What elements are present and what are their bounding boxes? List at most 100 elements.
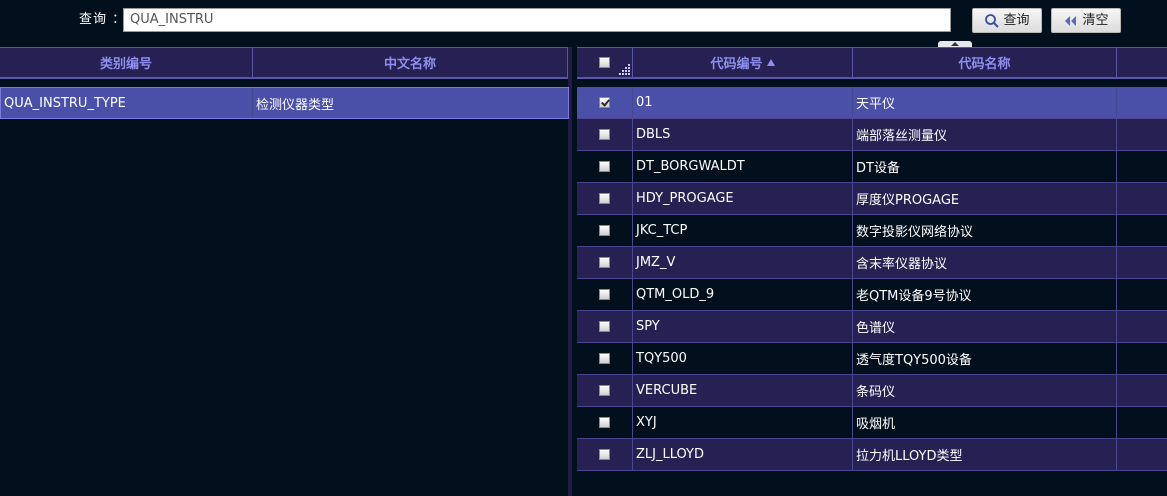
sort-ascending-icon: [766, 59, 775, 66]
row-checkbox-cell: [577, 151, 633, 182]
code-name-cell: 吸烟机: [853, 407, 1117, 438]
row-checkbox-cell: [577, 407, 633, 438]
search-input[interactable]: QUA_INSTRU: [123, 8, 951, 32]
double-arrow-left-icon: [1063, 15, 1079, 27]
row-checkbox-cell: [577, 311, 633, 342]
table-row[interactable]: SPY 色谱仪: [577, 311, 1167, 343]
code-cell: DT_BORGWALDT: [633, 151, 853, 182]
row-checkbox[interactable]: [599, 257, 610, 268]
code-name-cell: 透气度TQY500设备: [853, 343, 1117, 374]
code-name-cell: 条码仪: [853, 375, 1117, 406]
filler-cell: [1117, 87, 1167, 118]
category-code-cell: QUA_INSTRU_TYPE: [1, 88, 253, 118]
row-checkbox[interactable]: [599, 353, 610, 364]
code-name-cell: 数字投影仪网络协议: [853, 215, 1117, 246]
filler-cell: [1117, 311, 1167, 342]
filler-cell: [1117, 215, 1167, 246]
search-icon: [984, 13, 1000, 29]
row-checkbox-cell: [577, 119, 633, 150]
code-table-header: 代码编号 代码名称: [577, 47, 1167, 79]
code-name-cell: 端部落丝测量仪: [853, 119, 1117, 150]
code-name-cell: 拉力机LLOYD类型: [853, 439, 1117, 470]
code-cell: XYJ: [633, 407, 853, 438]
filler-cell: [1117, 407, 1167, 438]
row-checkbox-cell: [577, 183, 633, 214]
table-row[interactable]: QUA_INSTRU_TYPE 检测仪器类型: [0, 87, 569, 119]
filler-cell: [1117, 247, 1167, 278]
code-cell: VERCUBE: [633, 375, 853, 406]
row-checkbox[interactable]: [599, 225, 610, 236]
clear-button-label: 清空: [1082, 13, 1109, 28]
column-header-code[interactable]: 代码编号: [633, 48, 853, 77]
row-checkbox-cell: [577, 279, 633, 310]
filler-cell: [1117, 119, 1167, 150]
column-header-code-label: 代码编号: [710, 57, 763, 72]
row-checkbox[interactable]: [599, 321, 610, 332]
select-all-checkbox[interactable]: [599, 57, 610, 68]
column-header-chinese-name[interactable]: 中文名称: [253, 48, 568, 77]
code-name-cell: 厚度仪PROGAGE: [853, 183, 1117, 214]
row-checkbox-cell: [577, 439, 633, 470]
column-header-code-name[interactable]: 代码名称: [853, 48, 1117, 77]
code-cell: HDY_PROGAGE: [633, 183, 853, 214]
row-checkbox[interactable]: [599, 385, 610, 396]
category-table-header: 类别编号 中文名称: [0, 47, 568, 79]
code-cell: JMZ_V: [633, 247, 853, 278]
table-row[interactable]: ZLJ_LLOYD 拉力机LLOYD类型: [577, 439, 1167, 471]
code-panel: 代码编号 代码名称 01 天平仪 DBLS 端部落丝测量仪 DT_BORGWALDT DT…: [577, 47, 1167, 496]
row-checkbox[interactable]: [599, 289, 610, 300]
code-cell: 01: [633, 87, 853, 118]
table-row[interactable]: XYJ 吸烟机: [577, 407, 1167, 439]
category-panel: 类别编号 中文名称 QUA_INSTRU_TYPE 检测仪器类型: [0, 47, 572, 496]
table-row[interactable]: DBLS 端部落丝测量仪: [577, 119, 1167, 151]
column-resize-grip-icon[interactable]: [617, 64, 631, 76]
code-cell: QTM_OLD_9: [633, 279, 853, 310]
table-row[interactable]: HDY_PROGAGE 厚度仪PROGAGE: [577, 183, 1167, 215]
search-toolbar: 查询 ： QUA_INSTRU 查询 清空: [0, 0, 1167, 48]
filler-cell: [1117, 439, 1167, 470]
table-row[interactable]: 01 天平仪: [577, 87, 1167, 119]
filler-cell: [1117, 343, 1167, 374]
filler-cell: [1117, 375, 1167, 406]
row-checkbox-cell: [577, 215, 633, 246]
table-row[interactable]: QTM_OLD_9 老QTM设备9号协议: [577, 279, 1167, 311]
row-checkbox[interactable]: [599, 449, 610, 460]
code-name-cell: 含末率仪器协议: [853, 247, 1117, 278]
table-row[interactable]: DT_BORGWALDT DT设备: [577, 151, 1167, 183]
code-name-cell: 天平仪: [853, 87, 1117, 118]
code-name-cell: 色谱仪: [853, 311, 1117, 342]
row-checkbox-cell: [577, 247, 633, 278]
code-cell: TQY500: [633, 343, 853, 374]
code-cell: ZLJ_LLOYD: [633, 439, 853, 470]
table-row[interactable]: JMZ_V 含末率仪器协议: [577, 247, 1167, 279]
chinese-name-cell: 检测仪器类型: [256, 97, 335, 113]
row-checkbox[interactable]: [599, 193, 610, 204]
filler-cell: [1117, 151, 1167, 182]
code-cell: JKC_TCP: [633, 215, 853, 246]
filler-cell: [1117, 279, 1167, 310]
select-all-header: [577, 48, 633, 77]
table-row[interactable]: JKC_TCP 数字投影仪网络协议: [577, 215, 1167, 247]
row-checkbox[interactable]: [599, 97, 610, 108]
column-header-category-code[interactable]: 类别编号: [0, 48, 253, 77]
search-label: 查询 ：: [79, 12, 127, 27]
query-button[interactable]: 查询: [972, 8, 1042, 33]
code-table-body: 01 天平仪 DBLS 端部落丝测量仪 DT_BORGWALDT DT设备 HDY_PROG…: [577, 87, 1167, 471]
code-cell: DBLS: [633, 119, 853, 150]
filler-cell: [1117, 183, 1167, 214]
column-header-filler: [1117, 48, 1167, 77]
query-button-label: 查询: [1003, 13, 1030, 28]
code-name-cell: DT设备: [853, 151, 1117, 182]
code-name-cell: 老QTM设备9号协议: [853, 279, 1117, 310]
row-checkbox-cell: [577, 87, 633, 118]
row-checkbox[interactable]: [599, 417, 610, 428]
code-cell: SPY: [633, 311, 853, 342]
row-checkbox-cell: [577, 375, 633, 406]
row-checkbox[interactable]: [599, 161, 610, 172]
row-checkbox-cell: [577, 343, 633, 374]
clear-button[interactable]: 清空: [1051, 8, 1121, 33]
category-table-body: QUA_INSTRU_TYPE 检测仪器类型: [0, 87, 569, 119]
row-checkbox[interactable]: [599, 129, 610, 140]
table-row[interactable]: VERCUBE 条码仪: [577, 375, 1167, 407]
table-row[interactable]: TQY500 透气度TQY500设备: [577, 343, 1167, 375]
